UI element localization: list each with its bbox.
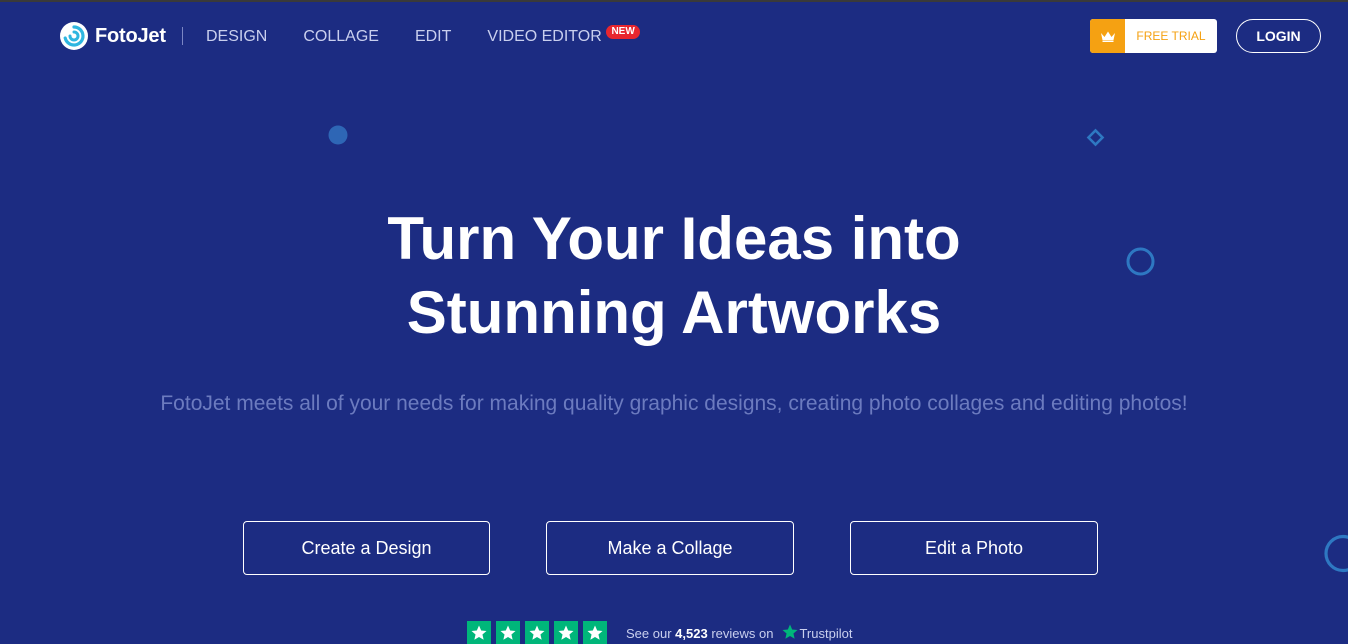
decorative-dot: [328, 125, 348, 145]
nav-item-design[interactable]: DESIGN: [206, 28, 267, 46]
trustpilot-label: Trustpilot: [799, 625, 853, 641]
hero-subtitle: FotoJet meets all of your needs for maki…: [160, 392, 1188, 415]
star-icon: [554, 621, 578, 644]
hero-title-line-1: Turn Your Ideas into: [387, 205, 961, 272]
decorative-ring-partial: [1324, 534, 1348, 573]
fotojet-logo-icon: [60, 22, 88, 50]
brand-name: FotoJet: [95, 24, 166, 47]
login-button[interactable]: LOGIN: [1236, 19, 1321, 53]
trustpilot-brand: Trustpilot: [781, 623, 852, 644]
create-design-button[interactable]: Create a Design: [243, 521, 490, 575]
review-prefix: See our: [626, 625, 676, 641]
free-trial-button[interactable]: FREE TRIAL: [1090, 19, 1217, 53]
nav-item-video-editor-label: VIDEO EDITOR: [487, 28, 602, 45]
star-icon: [467, 621, 491, 644]
decorative-diamond: [1086, 128, 1105, 147]
nav-item-collage[interactable]: COLLAGE: [303, 28, 379, 46]
decorative-ring: [1126, 247, 1155, 276]
nav-item-edit[interactable]: EDIT: [415, 28, 451, 46]
hero-title-line-2: Stunning Artworks: [406, 279, 942, 346]
hero-title: Turn Your Ideas into Stunning Artworks: [274, 202, 1074, 350]
star-icon: [525, 621, 549, 644]
rating-stars: [467, 621, 612, 644]
crown-icon: [1090, 19, 1125, 53]
nav-item-video-editor[interactable]: VIDEO EDITOR NEW: [487, 25, 640, 46]
edit-photo-button[interactable]: Edit a Photo: [850, 521, 1098, 575]
new-badge: NEW: [606, 25, 640, 39]
trustpilot-rating[interactable]: See our 4,523 reviews on Trustpilot: [467, 621, 852, 644]
star-icon: [496, 621, 520, 644]
logo-divider: [182, 27, 183, 45]
trustpilot-star-icon: [781, 623, 799, 644]
make-collage-button[interactable]: Make a Collage: [546, 521, 794, 575]
free-trial-label: FREE TRIAL: [1136, 29, 1206, 43]
review-count-text: See our 4,523 reviews on: [626, 626, 773, 641]
star-icon: [583, 621, 607, 644]
site-header: FotoJet DESIGN COLLAGE EDIT VIDEO EDITOR…: [0, 2, 1348, 68]
main-nav: DESIGN COLLAGE EDIT VIDEO EDITOR NEW: [206, 25, 640, 48]
review-count: 4,523: [675, 625, 708, 641]
fotojet-logo[interactable]: FotoJet: [60, 22, 166, 50]
review-suffix: reviews on: [707, 625, 774, 641]
